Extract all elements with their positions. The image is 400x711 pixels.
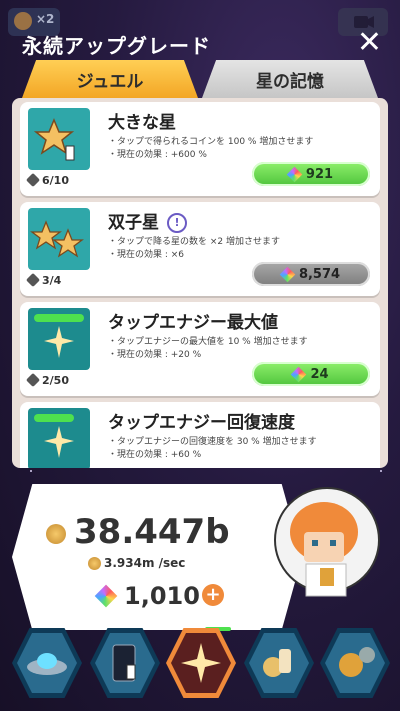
tab-jewel[interactable]: ジュエル <box>22 60 198 98</box>
jewel-icon <box>286 166 303 182</box>
nav-star[interactable] <box>166 628 236 698</box>
level-icon <box>25 372 41 388</box>
star-tap-icon <box>28 108 90 170</box>
coin-total: 38.447b <box>74 512 230 552</box>
cost-value: 24 <box>310 366 329 382</box>
coin-icon <box>46 524 66 544</box>
phone-tap-icon <box>95 633 155 693</box>
upgrade-list[interactable]: 6/10 大きな星 ・タップで得られるコインを 100 % 増加させます ・現在… <box>12 98 388 468</box>
twin-star-icon <box>28 208 90 270</box>
tab-star-memory[interactable]: 星の記憶 <box>202 60 378 98</box>
level-icon <box>25 272 41 288</box>
jewel-icon <box>291 366 307 382</box>
buy-button-disabled[interactable]: 8,574 <box>252 262 370 286</box>
upgrade-name: タップエナジー回復速度 <box>108 413 295 433</box>
upgrade-card: 6/10 大きな星 ・タップで得られるコインを 100 % 増加させます ・現在… <box>20 102 380 196</box>
upgrade-current-effect: ・現在の効果 : ×6 <box>108 250 185 260</box>
background-star <box>30 470 32 472</box>
upgrade-current-effect: ・現在の効果 : +60 % <box>108 450 202 460</box>
sparkle-star-icon <box>171 633 231 693</box>
buy-button[interactable]: 921 <box>252 162 370 186</box>
upgrade-description: ・タップで得られるコインを 100 % 増加させます <box>108 137 314 147</box>
nav-items[interactable] <box>244 628 314 698</box>
ufo-icon <box>17 633 77 693</box>
coin-rate-icon <box>88 557 101 570</box>
nav-phone[interactable] <box>90 628 160 698</box>
energy-bar <box>34 314 84 322</box>
jewel-icon <box>94 584 120 608</box>
upgrade-current-effect: ・現在の効果 : +600 % <box>108 150 207 160</box>
level-icon <box>25 172 41 188</box>
level-count: 6/10 <box>42 174 69 187</box>
upgrade-card: 2/50 タップエナジー最大値 ・タップエナジーの最大値を 10 % 増加させま… <box>20 302 380 396</box>
level-count: 3/4 <box>42 274 62 287</box>
upgrade-name: 大きな星 <box>108 113 176 133</box>
info-button[interactable]: ! <box>167 213 187 233</box>
upgrade-name-text: 双子星 <box>108 213 159 233</box>
level-count: 2/50 <box>42 374 69 387</box>
close-button[interactable]: ✕ <box>357 28 382 58</box>
jewel-total: 1,010 <box>124 582 200 610</box>
upgrade-name: タップエナジー最大値 <box>108 313 278 333</box>
upgrade-card: 3/4 双子星! ・タップで降る星の数を ×2 増加させます ・現在の効果 : … <box>20 202 380 296</box>
upgrade-name: 双子星! <box>108 208 187 233</box>
buy-button[interactable]: 24 <box>252 362 370 386</box>
energy-star-icon <box>28 308 90 370</box>
cost-value: 8,574 <box>298 266 341 282</box>
energy-bar <box>34 414 74 422</box>
nav-settings[interactable] <box>320 628 390 698</box>
upgrade-card: タップエナジー回復速度 ・タップエナジーの回復速度を 30 % 増加させます ・… <box>20 402 380 468</box>
upgrade-description: ・タップエナジーの最大値を 10 % 増加させます <box>108 337 308 347</box>
multiplier-label: ×2 <box>36 12 55 26</box>
medal-gear-icon <box>325 633 385 693</box>
add-jewels-button[interactable]: + <box>202 584 224 606</box>
jewel-icon <box>279 266 296 282</box>
coin-rate: 3.934m /sec <box>104 556 186 570</box>
items-icon <box>249 633 309 693</box>
upgrade-description: ・タップエナジーの回復速度を 30 % 増加させます <box>108 437 317 447</box>
upgrade-description: ・タップで降る星の数を ×2 増加させます <box>108 237 280 247</box>
cost-value: 921 <box>305 166 334 182</box>
page-title: 永続アップグレード <box>22 34 211 58</box>
character-avatar[interactable] <box>262 470 392 610</box>
energy-recovery-icon <box>28 408 90 468</box>
coin-icon <box>14 12 32 30</box>
nav-ufo[interactable] <box>12 628 82 698</box>
upgrade-current-effect: ・現在の効果 : +20 % <box>108 350 202 360</box>
